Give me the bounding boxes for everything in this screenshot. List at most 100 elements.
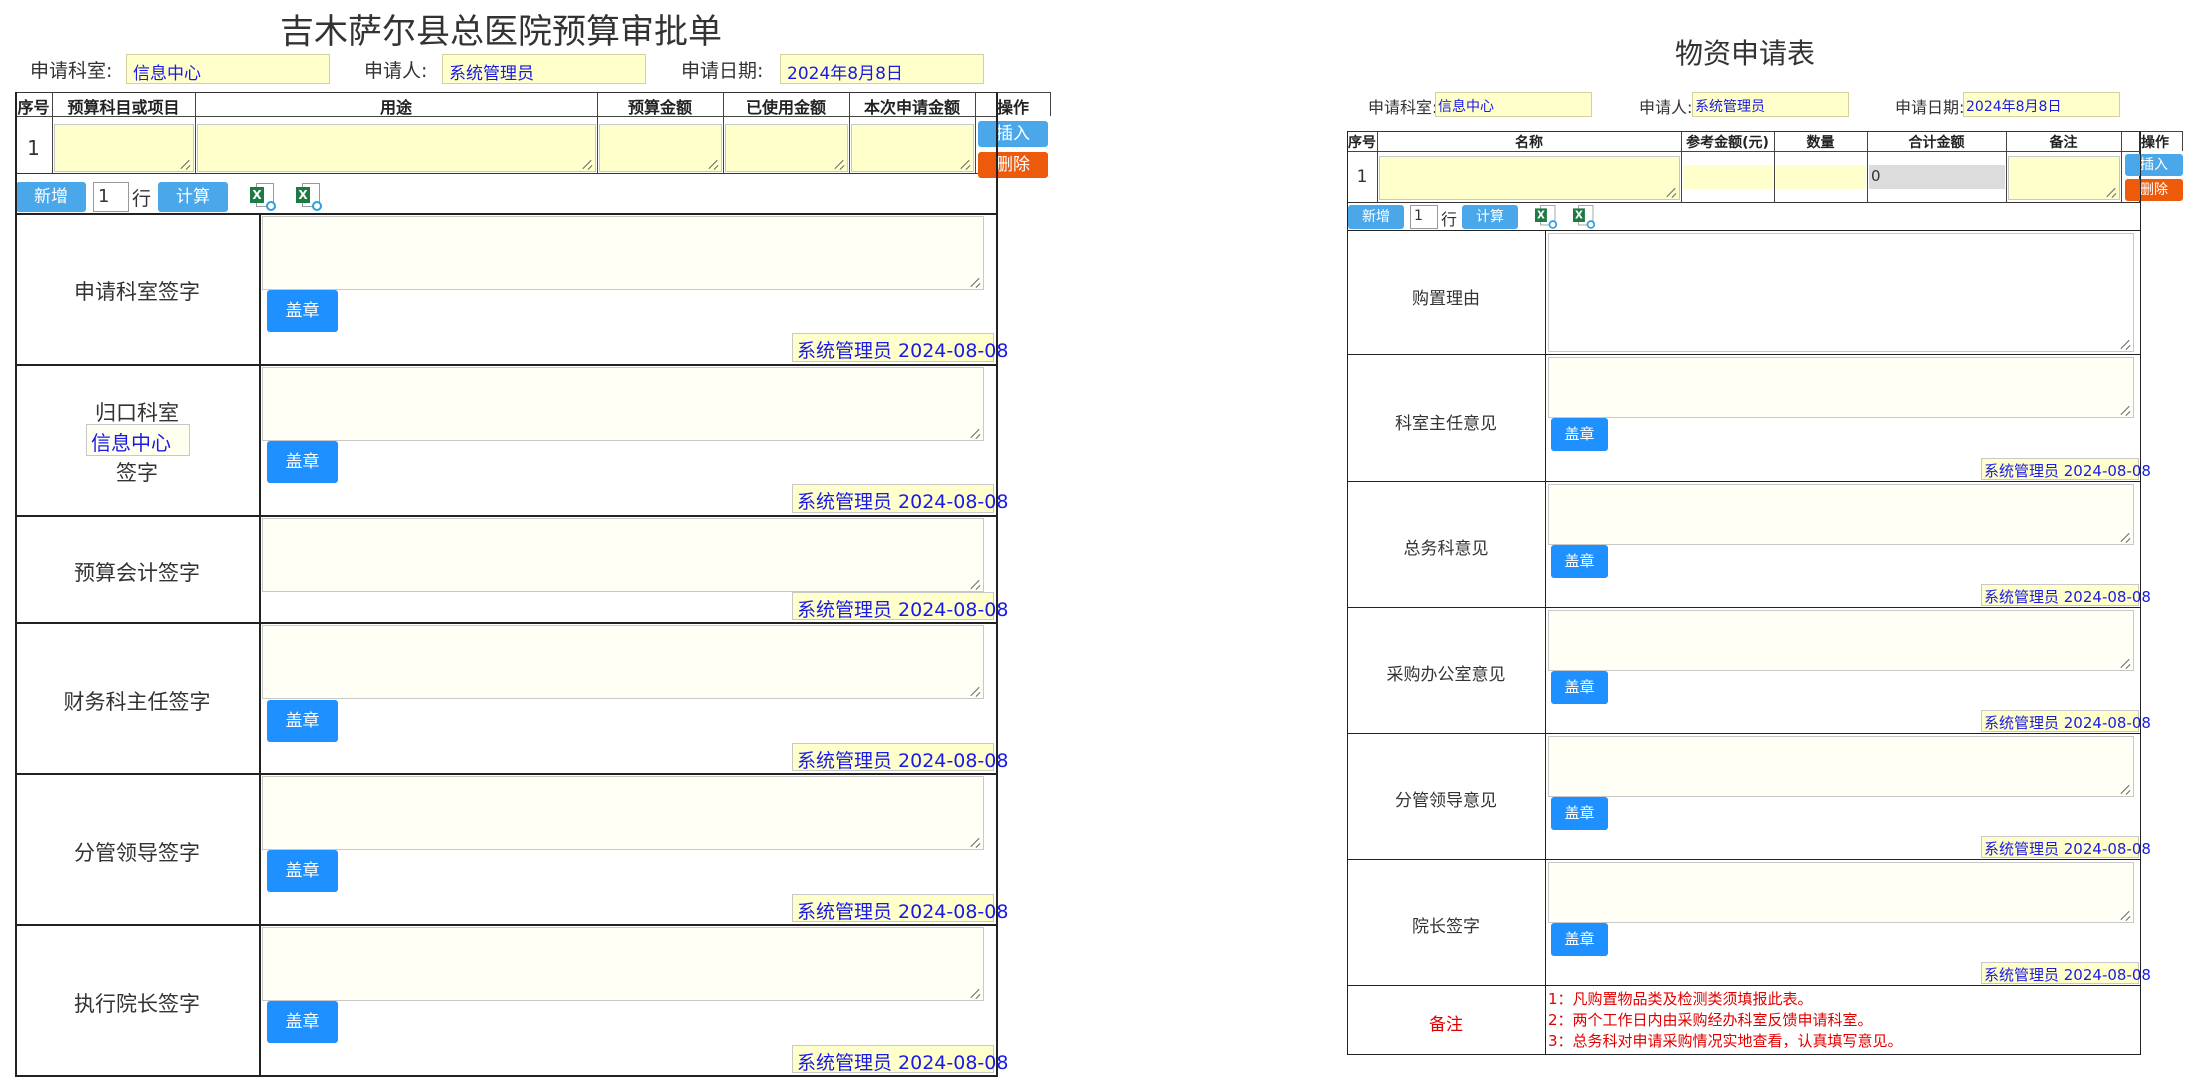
supply-ref-amount-input[interactable] — [1683, 165, 1773, 189]
budget-sign-comment[interactable] — [262, 216, 984, 290]
resize-grip-icon[interactable] — [1666, 187, 1676, 197]
budget-sign-comment[interactable] — [262, 367, 984, 441]
supply-col-total: 合计金额 — [1908, 135, 1965, 151]
supply-name-input[interactable] — [1379, 156, 1680, 200]
resize-grip-icon[interactable] — [970, 837, 980, 847]
resize-grip-icon[interactable] — [970, 428, 980, 438]
resize-grip-icon[interactable] — [2120, 532, 2130, 542]
supply-sign-label: 采购办公室意见 — [1386, 665, 1506, 685]
budget-stamp-button[interactable]: 盖章 — [267, 850, 338, 892]
budget-stamp-button[interactable]: 盖章 — [267, 1001, 338, 1043]
budget-rows-input[interactable]: 1 — [93, 182, 129, 212]
resize-grip-icon[interactable] — [582, 159, 592, 169]
budget-sign-comment[interactable] — [262, 776, 984, 850]
supply-stamp-button[interactable]: 盖章 — [1551, 671, 1608, 704]
resize-grip-icon[interactable] — [2120, 784, 2130, 794]
budget-stamp-button[interactable]: 盖章 — [267, 700, 338, 742]
supply-stamp-button[interactable]: 盖章 — [1551, 545, 1608, 578]
budget-signature: 系统管理员 2024-08-08 — [792, 1045, 1008, 1074]
budget-dept-input[interactable]: 信息中心 — [86, 424, 190, 456]
supply-remarks-label: 备注 — [1429, 1015, 1463, 1035]
resize-grip-icon[interactable] — [708, 159, 718, 169]
excel-import-icon[interactable]: X — [250, 183, 276, 211]
supply-insert-button[interactable]: 插入 — [2125, 154, 2183, 176]
supply-sign-label: 科室主任意见 — [1395, 414, 1497, 434]
budget-calc-button[interactable]: 计算 — [158, 182, 228, 212]
supply-remarks: 1：凡购置物品类及检测类须填报此表。 2：两个工作日内由采购经办科室反馈申请科室… — [1548, 989, 1903, 1052]
supply-stamp-button[interactable]: 盖章 — [1551, 418, 1608, 451]
supply-applicant-field[interactable]: 系统管理员 — [1692, 92, 1849, 117]
budget-subject-input[interactable] — [54, 124, 194, 172]
supply-dept-label: 申请科室: — [1368, 98, 1438, 117]
budget-sign-comment[interactable] — [262, 518, 984, 592]
budget-stamp-button[interactable]: 盖章 — [267, 441, 338, 483]
supply-sign-comment[interactable] — [1548, 484, 2134, 545]
supply-reason-input[interactable] — [1548, 233, 2134, 352]
excel-import-icon[interactable]: X — [1535, 205, 1558, 229]
supply-form-title: 物资申请表 — [1675, 37, 1816, 70]
budget-dept-label: 申请科室: — [30, 60, 113, 82]
resize-grip-icon[interactable] — [970, 277, 980, 287]
resize-grip-icon[interactable] — [2120, 339, 2130, 349]
budget-purpose-input[interactable] — [197, 124, 596, 172]
supply-delete-button[interactable]: 删除 — [2125, 179, 2183, 201]
supply-sign-comment[interactable] — [1548, 610, 2134, 671]
budget-row-number: 1 — [27, 136, 40, 160]
resize-grip-icon[interactable] — [180, 159, 190, 169]
resize-grip-icon[interactable] — [970, 579, 980, 589]
resize-grip-icon[interactable] — [2120, 405, 2130, 415]
budget-signature: 系统管理员 2024-08-08 — [792, 894, 1008, 923]
supply-sign-comment[interactable] — [1548, 736, 2134, 797]
supply-remark-line: 1：凡购置物品类及检测类须填报此表。 — [1548, 990, 1813, 1008]
budget-add-button[interactable]: 新增 — [16, 182, 86, 212]
supply-col-ref-amount: 参考金额(元) — [1686, 135, 1769, 151]
budget-signature: 系统管理员 2024-08-08 — [792, 484, 1008, 513]
excel-export-icon[interactable]: X — [296, 183, 322, 211]
supply-rows-unit: 行 — [1441, 210, 1458, 229]
resize-grip-icon[interactable] — [970, 988, 980, 998]
supply-dept-field[interactable]: 信息中心 — [1435, 92, 1592, 117]
supply-remark-input[interactable] — [2008, 156, 2120, 200]
resize-grip-icon[interactable] — [2120, 658, 2130, 668]
supply-col-name: 名称 — [1515, 135, 1543, 151]
supply-calc-button[interactable]: 计算 — [1462, 205, 1518, 229]
budget-col-purpose: 用途 — [379, 98, 412, 117]
supply-stamp-button[interactable]: 盖章 — [1551, 797, 1608, 830]
budget-date-label: 申请日期: — [681, 60, 764, 82]
supply-sign-label: 院长签字 — [1412, 917, 1480, 937]
resize-grip-icon[interactable] — [970, 686, 980, 696]
budget-stamp-button[interactable]: 盖章 — [267, 290, 338, 332]
budget-sign-comment[interactable] — [262, 625, 984, 699]
supply-col-no: 序号 — [1348, 135, 1376, 151]
budget-col-used: 已使用金额 — [745, 98, 826, 117]
supply-add-button[interactable]: 新增 — [1348, 205, 1404, 229]
budget-delete-button[interactable]: 删除 — [978, 152, 1048, 178]
budget-used-input[interactable] — [725, 124, 848, 172]
budget-sign-comment[interactable] — [262, 927, 984, 1001]
budget-amount-input[interactable] — [599, 124, 722, 172]
budget-sign-label: 归口科室 — [95, 401, 179, 425]
budget-date-field[interactable]: 2024年8月8日 — [780, 54, 984, 84]
resize-grip-icon[interactable] — [960, 159, 970, 169]
supply-signature: 系统管理员 2024-08-08 — [1981, 458, 2151, 480]
budget-dept-field[interactable]: 信息中心 — [126, 54, 330, 84]
resize-grip-icon[interactable] — [2120, 910, 2130, 920]
supply-sign-comment[interactable] — [1548, 862, 2134, 923]
budget-request-input[interactable] — [851, 124, 974, 172]
supply-qty-input[interactable] — [1776, 165, 1866, 189]
budget-col-ops: 操作 — [997, 98, 1030, 117]
supply-date-field[interactable]: 2024年8月8日 — [1963, 92, 2120, 117]
supply-rows-input[interactable]: 1 — [1410, 205, 1438, 229]
budget-form-title: 吉木萨尔县总医院预算审批单 — [280, 12, 722, 52]
supply-signature: 系统管理员 2024-08-08 — [1981, 710, 2151, 732]
supply-stamp-button[interactable]: 盖章 — [1551, 923, 1608, 956]
budget-insert-button[interactable]: 插入 — [978, 121, 1048, 147]
excel-export-icon[interactable]: X — [1573, 205, 1596, 229]
supply-sign-comment[interactable] — [1548, 357, 2134, 418]
supply-sign-label: 总务科意见 — [1403, 539, 1489, 559]
resize-grip-icon[interactable] — [2106, 187, 2116, 197]
budget-col-subject: 预算科目或项目 — [67, 98, 180, 117]
resize-grip-icon[interactable] — [834, 159, 844, 169]
budget-applicant-field[interactable]: 系统管理员 — [442, 54, 646, 84]
supply-signature: 系统管理员 2024-08-08 — [1981, 836, 2151, 858]
